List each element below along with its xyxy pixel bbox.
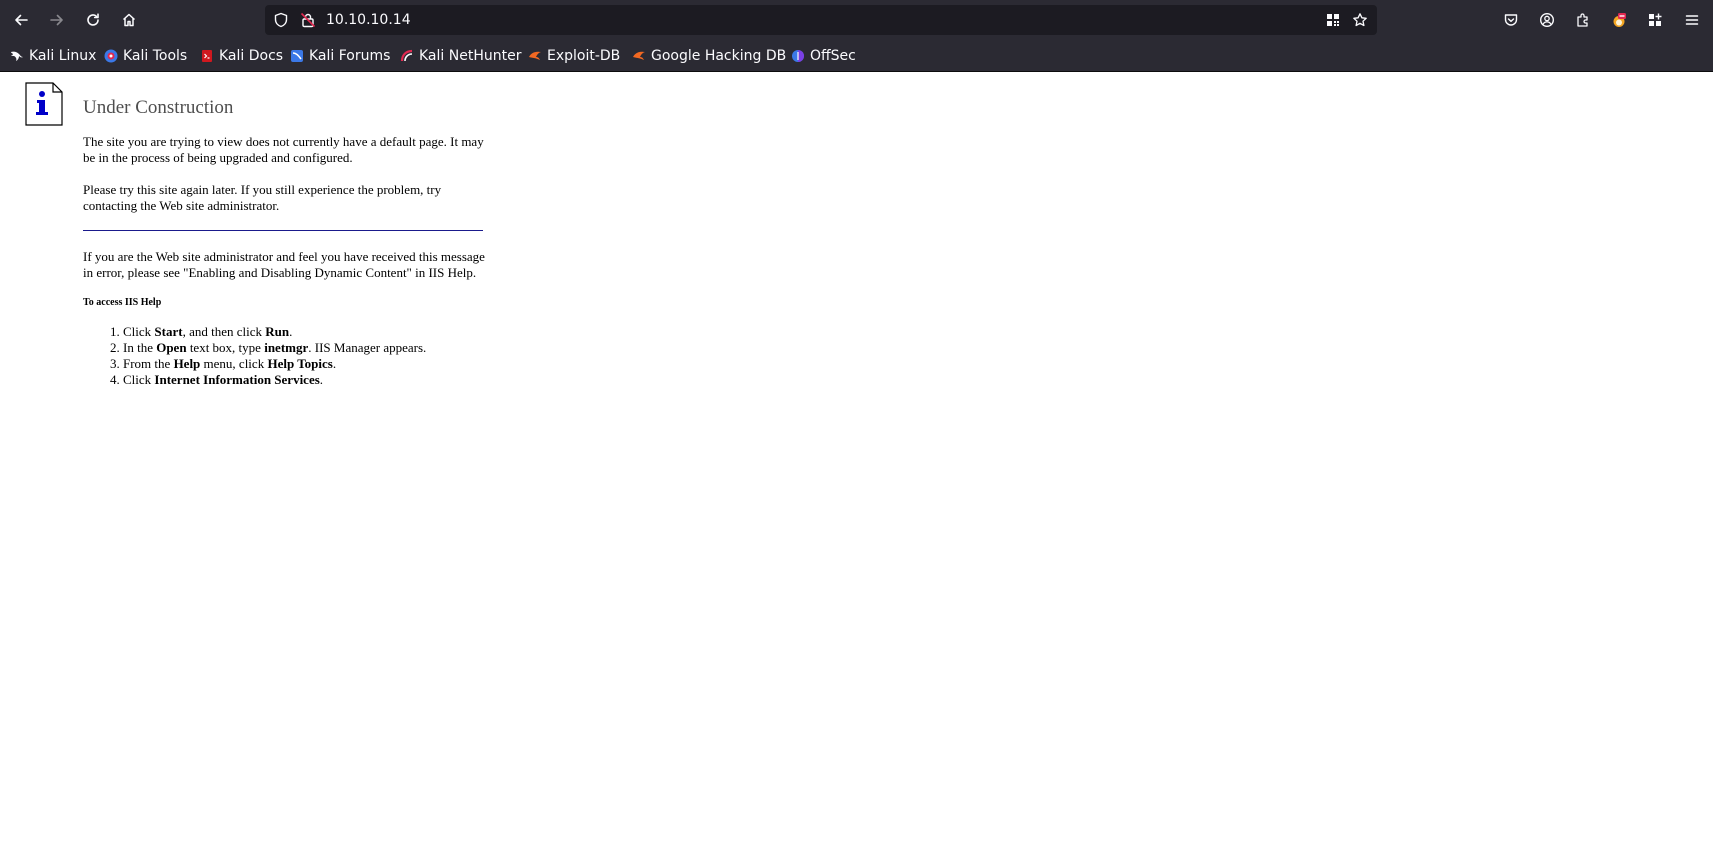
help-step: Click Start, and then click Run. — [123, 324, 493, 340]
page-content: Under Construction The site you are tryi… — [0, 72, 1713, 844]
pocket-button[interactable] — [1495, 4, 1527, 36]
help-step: Click Internet Information Services. — [123, 372, 493, 388]
bookmark-kali-nethunter[interactable]: Kali NetHunter — [400, 46, 521, 66]
help-steps-list: Click Start, and then click Run. In the … — [83, 324, 493, 388]
ghdb-icon — [632, 49, 646, 63]
nethunter-icon — [400, 49, 414, 63]
bookmark-label: Kali Linux — [29, 48, 97, 64]
qr-code-icon[interactable] — [1325, 12, 1341, 28]
forward-button[interactable] — [41, 4, 73, 36]
admin-paragraph: If you are the Web site administrator an… — [83, 249, 485, 280]
bookmark-offsec[interactable]: OffSec — [791, 46, 856, 66]
bookmark-star-icon[interactable] — [1352, 12, 1368, 28]
help-step: From the Help menu, click Help Topics. — [123, 356, 493, 372]
tracking-protection-shield-icon[interactable] — [273, 12, 289, 28]
bookmark-kali-tools[interactable]: Kali Tools — [104, 46, 187, 66]
bookmark-label: Kali NetHunter — [419, 48, 522, 64]
back-button[interactable] — [5, 4, 37, 36]
url-bar[interactable]: 10.10.10.14 — [265, 5, 1377, 35]
extensions-button[interactable] — [1567, 4, 1599, 36]
bookmark-label: Google Hacking DB — [651, 48, 787, 64]
addon-foxyproxy-button[interactable] — [1603, 4, 1635, 36]
help-step: In the Open text box, type inetmgr. IIS … — [123, 340, 493, 356]
bookmark-kali-docs[interactable]: Kali Docs — [200, 46, 283, 66]
divider-rule — [83, 230, 483, 231]
info-document-icon — [25, 82, 63, 126]
kali-dragon-icon — [10, 49, 24, 63]
browser-chrome: 10.10.10.14 Kali Linux Kali Tools Kali D… — [0, 0, 1713, 72]
exploit-db-icon — [528, 49, 542, 63]
reload-button[interactable] — [77, 4, 109, 36]
pocket-icon — [1504, 14, 1518, 26]
kali-tools-icon — [104, 49, 118, 63]
retry-paragraph: Please try this site again later. If you… — [83, 182, 442, 213]
hamburger-menu-icon — [1685, 15, 1699, 25]
bookmark-label: OffSec — [810, 48, 856, 64]
grid-plus-icon — [1649, 13, 1662, 26]
forward-arrow-icon — [50, 14, 63, 26]
insecure-lock-icon[interactable] — [300, 12, 316, 28]
bookmark-label: Kali Forums — [309, 48, 391, 64]
fox-addon-icon — [1613, 13, 1626, 27]
help-heading: To access IIS Help — [83, 297, 162, 308]
url-text[interactable]: 10.10.10.14 — [326, 11, 411, 29]
page-title: Under Construction — [83, 97, 234, 118]
puzzle-piece-icon — [1577, 13, 1588, 27]
bookmark-kali-forums[interactable]: Kali Forums — [290, 46, 390, 66]
bookmark-label: Exploit-DB — [547, 48, 621, 64]
account-button[interactable] — [1531, 4, 1563, 36]
bookmark-google-hacking-db[interactable]: Google Hacking DB — [632, 46, 786, 66]
customize-toolbar-button[interactable] — [1639, 4, 1671, 36]
back-arrow-icon — [15, 14, 28, 26]
offsec-icon — [791, 49, 805, 63]
kali-forums-icon — [290, 49, 304, 63]
home-button[interactable] — [113, 4, 145, 36]
navigation-toolbar: 10.10.10.14 — [0, 0, 1713, 40]
bookmark-label: Kali Docs — [219, 48, 284, 64]
bookmark-exploit-db[interactable]: Exploit-DB — [528, 46, 620, 66]
bookmarks-toolbar: Kali Linux Kali Tools Kali Docs Kali For… — [0, 42, 1713, 70]
intro-paragraph: The site you are trying to view does not… — [83, 134, 484, 165]
kali-docs-icon — [200, 49, 214, 63]
account-icon — [1539, 12, 1555, 28]
message-body: Under Construction The site you are tryi… — [83, 96, 493, 388]
app-menu-button[interactable] — [1676, 4, 1708, 36]
bookmark-label: Kali Tools — [123, 48, 188, 64]
reload-icon — [87, 13, 99, 26]
home-icon — [122, 13, 136, 27]
bookmark-kali-linux[interactable]: Kali Linux — [10, 46, 96, 66]
